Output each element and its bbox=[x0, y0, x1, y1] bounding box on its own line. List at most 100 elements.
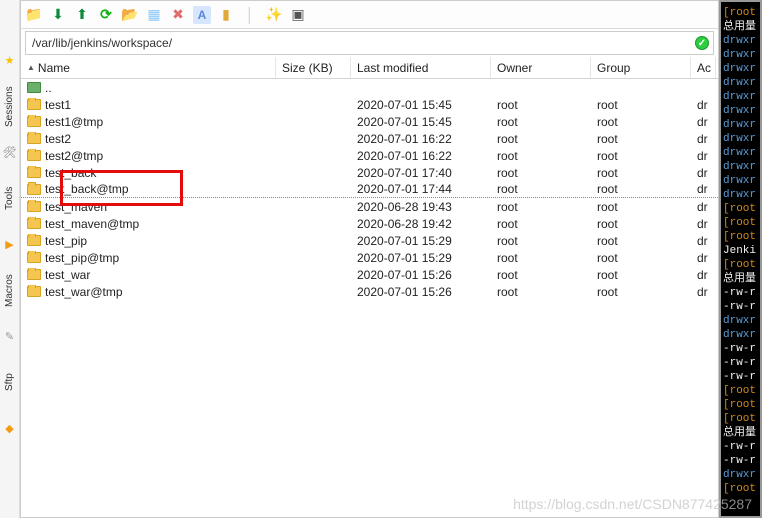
terminal-panel: [root总用量drwxrdrwxrdrwxrdrwxrdrwxrdrwxrdr… bbox=[719, 0, 762, 518]
owner: root bbox=[491, 166, 591, 180]
group: root bbox=[591, 182, 691, 196]
sidebar-tab-sftp[interactable]: Sftp bbox=[3, 355, 16, 410]
upload-icon[interactable]: ⬆ bbox=[73, 6, 91, 24]
new-file-icon[interactable]: ▦ bbox=[145, 6, 163, 24]
group: root bbox=[591, 98, 691, 112]
folder-icon bbox=[27, 286, 41, 297]
file-name: test_war@tmp bbox=[45, 285, 123, 299]
access: dr bbox=[691, 217, 716, 231]
file-name: test_back bbox=[45, 166, 96, 180]
last-modified: 2020-07-01 17:44 bbox=[351, 182, 491, 196]
access: dr bbox=[691, 149, 716, 163]
access: dr bbox=[691, 98, 716, 112]
table-row[interactable]: test_maven@tmp2020-06-28 19:42rootrootdr bbox=[21, 215, 718, 232]
file-name: test1@tmp bbox=[45, 115, 103, 129]
col-size[interactable]: Size (KB) bbox=[276, 57, 351, 78]
folder-icon bbox=[27, 133, 41, 144]
sftp-icon: ◆ bbox=[5, 422, 13, 435]
owner: root bbox=[491, 234, 591, 248]
table-row[interactable]: test_maven2020-06-28 19:43rootrootdr bbox=[21, 198, 718, 215]
col-name[interactable]: ▲Name bbox=[21, 57, 276, 78]
sidebar: ★ Sessions 🛠 Tools ▶ Macros ✎ Sftp ◆ bbox=[0, 0, 20, 518]
last-modified: 2020-07-01 15:29 bbox=[351, 251, 491, 265]
owner: root bbox=[491, 251, 591, 265]
file-name: test1 bbox=[45, 98, 71, 112]
column-headers: ▲Name Size (KB) Last modified Owner Grou… bbox=[21, 57, 718, 79]
folder-up-icon bbox=[27, 82, 41, 93]
access: dr bbox=[691, 166, 716, 180]
sidebar-tab-tools[interactable]: Tools bbox=[3, 171, 16, 226]
toolbar: 📁 ⬇ ⬆ ⟳ 📂 ▦ ✖ A ▮ │ ✨ ▣ bbox=[21, 1, 718, 29]
file-name: test_back@tmp bbox=[45, 182, 129, 196]
access: dr bbox=[691, 285, 716, 299]
last-modified: 2020-07-01 15:26 bbox=[351, 268, 491, 282]
star-icon: ★ bbox=[5, 54, 15, 67]
file-list: ▲Name Size (KB) Last modified Owner Grou… bbox=[21, 57, 718, 517]
file-name: test_maven bbox=[45, 200, 107, 214]
folder-icon bbox=[27, 218, 41, 229]
bookmark-icon[interactable]: ▮ bbox=[217, 6, 235, 24]
group: root bbox=[591, 149, 691, 163]
owner: root bbox=[491, 285, 591, 299]
main-panel: 📁 ⬇ ⬆ ⟳ 📂 ▦ ✖ A ▮ │ ✨ ▣ ✓ ▲Name Size (KB… bbox=[20, 0, 719, 518]
table-row[interactable]: test_pip@tmp2020-07-01 15:29rootrootdr bbox=[21, 249, 718, 266]
download-icon[interactable]: ⬇ bbox=[49, 6, 67, 24]
owner: root bbox=[491, 217, 591, 231]
table-row[interactable]: test_back@tmp2020-07-01 17:44rootrootdr bbox=[21, 181, 718, 198]
col-access[interactable]: Ac bbox=[691, 57, 716, 78]
parent-dir-row[interactable]: .. bbox=[21, 79, 718, 96]
divider-icon: │ bbox=[241, 6, 259, 24]
folder-icon bbox=[27, 184, 41, 195]
go-icon[interactable]: ✓ bbox=[695, 36, 709, 50]
owner: root bbox=[491, 149, 591, 163]
table-row[interactable]: test1@tmp2020-07-01 15:45rootrootdr bbox=[21, 113, 718, 130]
table-row[interactable]: test22020-07-01 16:22rootrootdr bbox=[21, 130, 718, 147]
table-row[interactable]: test_pip2020-07-01 15:29rootrootdr bbox=[21, 232, 718, 249]
folder-icon bbox=[27, 150, 41, 161]
terminal-icon[interactable]: ▣ bbox=[289, 6, 307, 24]
sidebar-tab-sessions[interactable]: Sessions bbox=[3, 79, 16, 134]
watermark: https://blog.csdn.net/CSDN877425287 bbox=[513, 496, 752, 512]
folder-icon bbox=[27, 167, 41, 178]
table-row[interactable]: test_back2020-07-01 17:40rootrootdr bbox=[21, 164, 718, 181]
access: dr bbox=[691, 251, 716, 265]
group: root bbox=[591, 234, 691, 248]
parent-folder-icon[interactable]: 📁 bbox=[25, 6, 43, 24]
wand-icon[interactable]: ✨ bbox=[265, 6, 283, 24]
owner: root bbox=[491, 182, 591, 196]
table-row[interactable]: test_war2020-07-01 15:26rootrootdr bbox=[21, 266, 718, 283]
col-owner[interactable]: Owner bbox=[491, 57, 591, 78]
last-modified: 2020-06-28 19:42 bbox=[351, 217, 491, 231]
last-modified: 2020-07-01 17:40 bbox=[351, 166, 491, 180]
last-modified: 2020-07-01 15:45 bbox=[351, 98, 491, 112]
wrench-icon: 🛠 bbox=[3, 146, 17, 159]
file-name: test_war bbox=[45, 268, 90, 282]
group: root bbox=[591, 285, 691, 299]
last-modified: 2020-07-01 15:45 bbox=[351, 115, 491, 129]
sidebar-tab-macros[interactable]: Macros bbox=[3, 263, 16, 318]
new-folder-icon[interactable]: 📂 bbox=[121, 6, 139, 24]
folder-icon bbox=[27, 99, 41, 110]
path-input[interactable] bbox=[30, 35, 695, 51]
file-name: test_maven@tmp bbox=[45, 217, 139, 231]
table-row[interactable]: test12020-07-01 15:45rootrootdr bbox=[21, 96, 718, 113]
last-modified: 2020-07-01 15:26 bbox=[351, 285, 491, 299]
access: dr bbox=[691, 234, 716, 248]
folder-icon bbox=[27, 116, 41, 127]
folder-icon bbox=[27, 235, 41, 246]
rename-icon[interactable]: A bbox=[193, 6, 211, 24]
group: root bbox=[591, 115, 691, 129]
group: root bbox=[591, 166, 691, 180]
col-lastmodified[interactable]: Last modified bbox=[351, 57, 491, 78]
last-modified: 2020-07-01 16:22 bbox=[351, 132, 491, 146]
group: root bbox=[591, 217, 691, 231]
refresh-icon[interactable]: ⟳ bbox=[97, 6, 115, 24]
address-bar[interactable]: ✓ bbox=[25, 31, 714, 55]
group: root bbox=[591, 268, 691, 282]
owner: root bbox=[491, 115, 591, 129]
col-group[interactable]: Group bbox=[591, 57, 691, 78]
table-row[interactable]: test_war@tmp2020-07-01 15:26rootrootdr bbox=[21, 283, 718, 300]
delete-icon[interactable]: ✖ bbox=[169, 6, 187, 24]
folder-icon bbox=[27, 201, 41, 212]
table-row[interactable]: test2@tmp2020-07-01 16:22rootrootdr bbox=[21, 147, 718, 164]
